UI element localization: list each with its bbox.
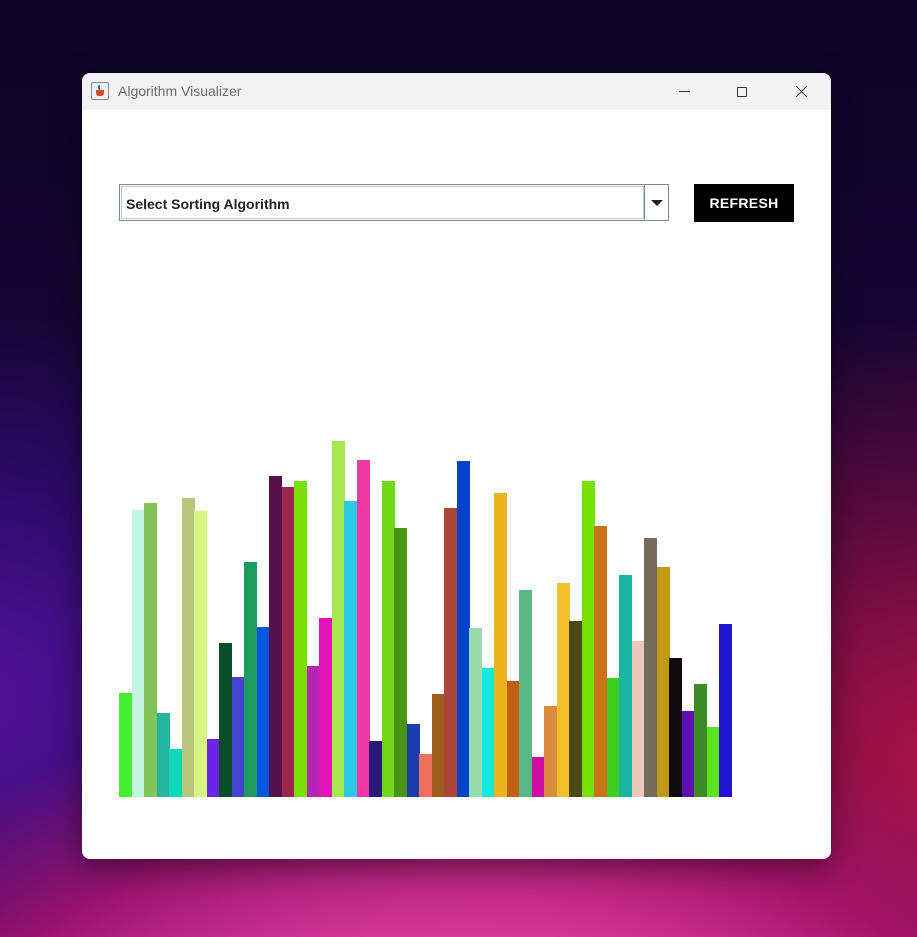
close-button[interactable]: [772, 73, 830, 110]
bar-36: [569, 621, 582, 797]
algorithm-select-value: Select Sorting Algorithm: [126, 196, 290, 212]
app-window: Algorithm Visualizer Select Sorting Algo…: [82, 73, 831, 859]
bar-2: [144, 503, 157, 797]
algorithm-select[interactable]: Select Sorting Algorithm: [119, 184, 669, 221]
bar-20: [369, 741, 382, 797]
minimize-button[interactable]: [655, 73, 713, 110]
algorithm-select-arrow-button[interactable]: [644, 185, 668, 220]
bar-10: [244, 562, 257, 797]
bar-0: [119, 693, 132, 797]
bar-34: [544, 706, 557, 797]
minimize-icon: [678, 91, 690, 92]
bar-4: [169, 749, 182, 797]
maximize-button[interactable]: [713, 73, 771, 110]
bar-40: [619, 575, 632, 797]
bar-6: [194, 511, 207, 797]
bar-32: [519, 590, 532, 797]
bar-44: [669, 658, 682, 797]
bar-38: [594, 526, 607, 797]
bar-8: [219, 643, 232, 797]
bar-48: [719, 624, 732, 797]
bar-12: [269, 476, 282, 797]
bar-46: [694, 684, 707, 797]
sorting-bars-chart: [119, 441, 744, 797]
title-bar[interactable]: Algorithm Visualizer: [82, 73, 831, 110]
bar-18: [344, 501, 357, 797]
close-icon: [795, 85, 808, 98]
bar-42: [644, 538, 657, 797]
bar-30: [494, 493, 507, 797]
refresh-button[interactable]: REFRESH: [694, 184, 794, 222]
bar-22: [394, 528, 407, 797]
algorithm-select-field[interactable]: Select Sorting Algorithm: [121, 186, 644, 219]
window-title: Algorithm Visualizer: [118, 83, 242, 99]
bar-16: [319, 618, 332, 797]
java-app-icon: [91, 82, 109, 100]
maximize-icon: [737, 86, 747, 97]
bar-14: [294, 481, 307, 797]
chevron-down-icon: [650, 199, 663, 206]
bar-28: [469, 628, 482, 797]
bar-24: [419, 754, 432, 797]
bar-26: [444, 508, 457, 797]
